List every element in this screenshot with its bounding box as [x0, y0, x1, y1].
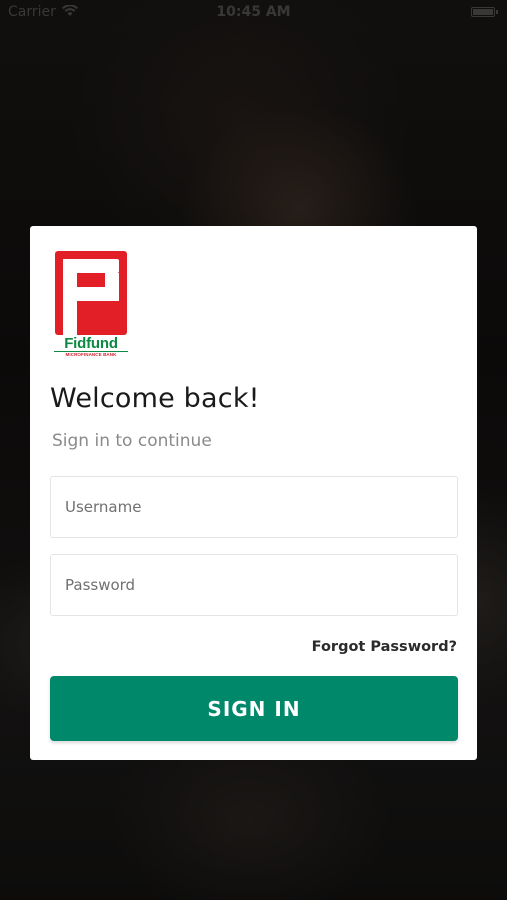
welcome-title: Welcome back!: [50, 383, 260, 414]
forgot-password-link[interactable]: Forgot Password?: [312, 639, 457, 655]
login-card: Fidfund MICROFINANCE BANK Welcome back! …: [30, 226, 477, 760]
login-screen: Carrier 10:45 AM Fidfund MICROFINANCE BA…: [0, 0, 507, 900]
logo-tagline: MICROFINANCE BANK: [54, 351, 128, 358]
sign-in-button[interactable]: SIGN IN: [50, 676, 458, 741]
status-bar: Carrier 10:45 AM: [0, 0, 507, 26]
password-field[interactable]: [50, 554, 458, 616]
fidfund-logo: Fidfund MICROFINANCE BANK: [54, 250, 128, 360]
battery-icon: [471, 7, 498, 17]
welcome-subtitle: Sign in to continue: [52, 431, 212, 451]
status-time: 10:45 AM: [216, 4, 291, 20]
logo-f-mark: [55, 251, 127, 335]
username-field[interactable]: [50, 476, 458, 538]
logo-brand-name: Fidfund: [64, 335, 118, 352]
password-input[interactable]: [51, 555, 457, 615]
username-input[interactable]: [51, 477, 457, 537]
